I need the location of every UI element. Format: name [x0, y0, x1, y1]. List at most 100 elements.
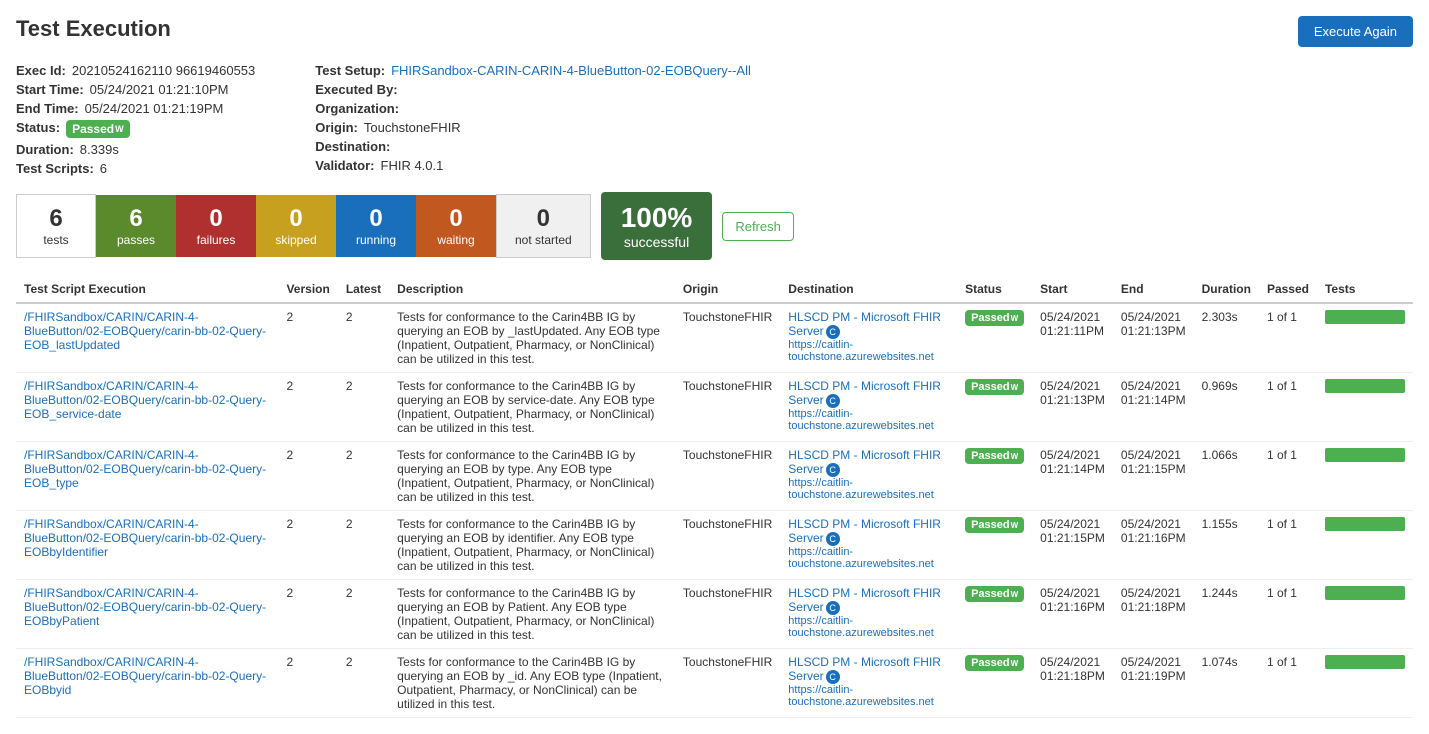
- refresh-button[interactable]: Refresh: [722, 212, 794, 241]
- progress-bar-fill: [1325, 379, 1405, 393]
- script-link[interactable]: /FHIRSandbox/CARIN/CARIN-4-BlueButton/02…: [24, 448, 270, 490]
- cell-origin: TouchstoneFHIR: [675, 373, 780, 442]
- end-time-label: End Time:: [16, 101, 79, 116]
- cell-description: Tests for conformance to the Carin4BB IG…: [389, 442, 675, 511]
- cell-latest: 2: [338, 649, 389, 718]
- destination-link[interactable]: HLSCD PM - Microsoft FHIR ServerC: [788, 379, 941, 407]
- cell-script: /FHIRSandbox/CARIN/CARIN-4-BlueButton/02…: [16, 442, 278, 511]
- cell-duration: 1.155s: [1194, 511, 1259, 580]
- cell-status: PassedW: [957, 442, 1032, 511]
- script-link[interactable]: /FHIRSandbox/CARIN/CARIN-4-BlueButton/02…: [24, 379, 270, 421]
- status-label: Status:: [16, 120, 60, 138]
- script-link[interactable]: /FHIRSandbox/CARIN/CARIN-4-BlueButton/02…: [24, 655, 270, 697]
- status-badge: PassedW: [66, 120, 130, 138]
- progress-bar-wrap: [1325, 379, 1405, 393]
- waiting-label: waiting: [437, 233, 474, 247]
- cell-description: Tests for conformance to the Carin4BB IG…: [389, 373, 675, 442]
- duration-row: Duration: 8.339s: [16, 142, 255, 157]
- progress-bar-fill: [1325, 448, 1405, 462]
- results-table: Test Script Execution Version Latest Des…: [16, 276, 1413, 718]
- status-badge: PassedW: [965, 655, 1024, 671]
- cell-script: /FHIRSandbox/CARIN/CARIN-4-BlueButton/02…: [16, 511, 278, 580]
- cell-origin: TouchstoneFHIR: [675, 303, 780, 373]
- cell-script: /FHIRSandbox/CARIN/CARIN-4-BlueButton/02…: [16, 303, 278, 373]
- cell-destination: HLSCD PM - Microsoft FHIR ServerC https:…: [780, 303, 957, 373]
- origin-value: TouchstoneFHIR: [364, 120, 461, 135]
- cell-status: PassedW: [957, 580, 1032, 649]
- cell-latest: 2: [338, 373, 389, 442]
- destination-link[interactable]: HLSCD PM - Microsoft FHIR ServerC: [788, 655, 941, 683]
- start-time-row: Start Time: 05/24/2021 01:21:10PM: [16, 82, 255, 97]
- col-version: Version: [278, 276, 337, 303]
- progress-bar-wrap: [1325, 517, 1405, 531]
- script-link[interactable]: /FHIRSandbox/CARIN/CARIN-4-BlueButton/02…: [24, 517, 270, 559]
- cell-description: Tests for conformance to the Carin4BB IG…: [389, 649, 675, 718]
- cell-tests-bar: [1317, 580, 1413, 649]
- cell-start: 05/24/202101:21:14PM: [1032, 442, 1113, 511]
- table-row: /FHIRSandbox/CARIN/CARIN-4-BlueButton/02…: [16, 580, 1413, 649]
- progress-bar-wrap: [1325, 310, 1405, 324]
- table-row: /FHIRSandbox/CARIN/CARIN-4-BlueButton/02…: [16, 373, 1413, 442]
- cell-passed: 1 of 1: [1259, 649, 1317, 718]
- destination-link[interactable]: HLSCD PM - Microsoft FHIR ServerC: [788, 517, 941, 545]
- script-link[interactable]: /FHIRSandbox/CARIN/CARIN-4-BlueButton/02…: [24, 310, 270, 352]
- cell-description: Tests for conformance to the Carin4BB IG…: [389, 580, 675, 649]
- cell-script: /FHIRSandbox/CARIN/CARIN-4-BlueButton/02…: [16, 580, 278, 649]
- cell-duration: 0.969s: [1194, 373, 1259, 442]
- passes-box: 6 passes: [96, 195, 176, 257]
- cell-duration: 1.066s: [1194, 442, 1259, 511]
- validator-label: Validator:: [315, 158, 374, 173]
- running-label: running: [356, 233, 396, 247]
- cell-description: Tests for conformance to the Carin4BB IG…: [389, 511, 675, 580]
- cell-start: 05/24/202101:21:18PM: [1032, 649, 1113, 718]
- tests-num: 6: [49, 205, 62, 233]
- col-start: Start: [1032, 276, 1113, 303]
- organization-label: Organization:: [315, 101, 399, 116]
- col-tests: Tests: [1317, 276, 1413, 303]
- test-setup-link[interactable]: FHIRSandbox-CARIN-CARIN-4-BlueButton-02-…: [391, 63, 751, 78]
- destination-row: Destination:: [315, 139, 751, 154]
- col-status: Status: [957, 276, 1032, 303]
- cell-tests-bar: [1317, 649, 1413, 718]
- cell-version: 2: [278, 442, 337, 511]
- cell-end: 05/24/202101:21:18PM: [1113, 580, 1194, 649]
- start-time-label: Start Time:: [16, 82, 84, 97]
- not-started-box: 0 not started: [496, 194, 591, 258]
- cell-description: Tests for conformance to the Carin4BB IG…: [389, 303, 675, 373]
- cell-duration: 2.303s: [1194, 303, 1259, 373]
- cell-tests-bar: [1317, 373, 1413, 442]
- cell-script: /FHIRSandbox/CARIN/CARIN-4-BlueButton/02…: [16, 373, 278, 442]
- cell-latest: 2: [338, 303, 389, 373]
- cell-start: 05/24/202101:21:16PM: [1032, 580, 1113, 649]
- success-box: 100% successful: [601, 192, 713, 260]
- status-badge: PassedW: [965, 310, 1024, 326]
- copyright-badge: C: [826, 532, 840, 546]
- origin-row: Origin: TouchstoneFHIR: [315, 120, 751, 135]
- destination-link[interactable]: HLSCD PM - Microsoft FHIR ServerC: [788, 448, 941, 476]
- destination-link[interactable]: HLSCD PM - Microsoft FHIR ServerC: [788, 310, 941, 338]
- cell-duration: 1.244s: [1194, 580, 1259, 649]
- progress-bar-fill: [1325, 586, 1405, 600]
- copyright-badge: C: [826, 601, 840, 615]
- table-header-row: Test Script Execution Version Latest Des…: [16, 276, 1413, 303]
- table-row: /FHIRSandbox/CARIN/CARIN-4-BlueButton/02…: [16, 649, 1413, 718]
- validator-row: Validator: FHIR 4.0.1: [315, 158, 751, 173]
- passes-label: passes: [117, 233, 155, 247]
- cell-destination: HLSCD PM - Microsoft FHIR ServerC https:…: [780, 373, 957, 442]
- tests-box: 6 tests: [16, 194, 96, 258]
- cell-tests-bar: [1317, 303, 1413, 373]
- copyright-badge: C: [826, 394, 840, 408]
- col-end: End: [1113, 276, 1194, 303]
- cell-version: 2: [278, 580, 337, 649]
- destination-link[interactable]: HLSCD PM - Microsoft FHIR ServerC: [788, 586, 941, 614]
- destination-label: Destination:: [315, 139, 390, 154]
- status-badge: PassedW: [965, 379, 1024, 395]
- col-origin: Origin: [675, 276, 780, 303]
- skipped-box: 0 skipped: [256, 195, 336, 257]
- waiting-num: 0: [449, 205, 462, 233]
- status-badge: PassedW: [965, 517, 1024, 533]
- script-link[interactable]: /FHIRSandbox/CARIN/CARIN-4-BlueButton/02…: [24, 586, 270, 628]
- execute-again-button[interactable]: Execute Again: [1298, 16, 1413, 47]
- cell-end: 05/24/202101:21:19PM: [1113, 649, 1194, 718]
- test-scripts-value: 6: [100, 161, 107, 176]
